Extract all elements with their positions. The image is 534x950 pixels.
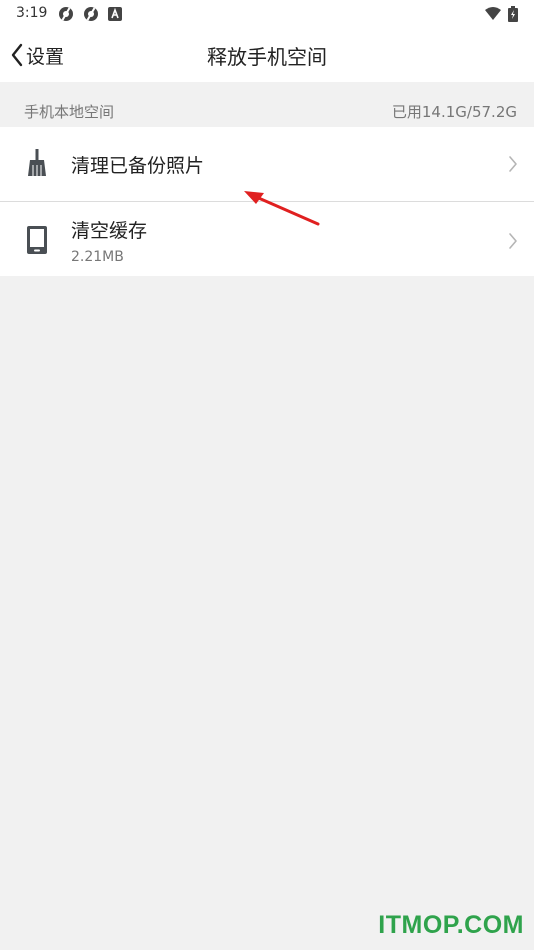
broom-icon	[28, 149, 46, 176]
item-title: 清理已备份照片	[71, 155, 205, 177]
storage-usage: 已用14.1G/57.2G	[391, 103, 517, 121]
app-header: 设置 释放手机空间	[0, 28, 534, 82]
status-time: 3:19	[16, 5, 48, 21]
cache-size: 2.21MB	[71, 249, 124, 265]
page-title: 释放手机空间	[207, 45, 327, 69]
back-label: 设置	[26, 45, 65, 68]
battery-icon	[508, 6, 518, 22]
item-title: 清空缓存	[71, 220, 148, 242]
chevron-right-icon	[509, 233, 517, 249]
back-button[interactable]: 设置	[10, 40, 64, 70]
sync-icon	[59, 7, 73, 21]
phone-icon	[27, 226, 47, 254]
watermark: ITMOP.COM	[378, 911, 524, 939]
sync-icon	[84, 7, 98, 21]
chevron-left-icon	[11, 43, 23, 67]
chevron-right-icon	[509, 156, 517, 172]
wifi-icon	[485, 7, 501, 20]
storage-section-header: 手机本地空间 已用14.1G/57.2G	[0, 82, 534, 127]
font-a-icon	[108, 7, 122, 21]
section-title: 手机本地空间	[24, 103, 115, 121]
status-bar: 3:19	[0, 0, 534, 28]
red-arrow-icon	[244, 191, 320, 226]
